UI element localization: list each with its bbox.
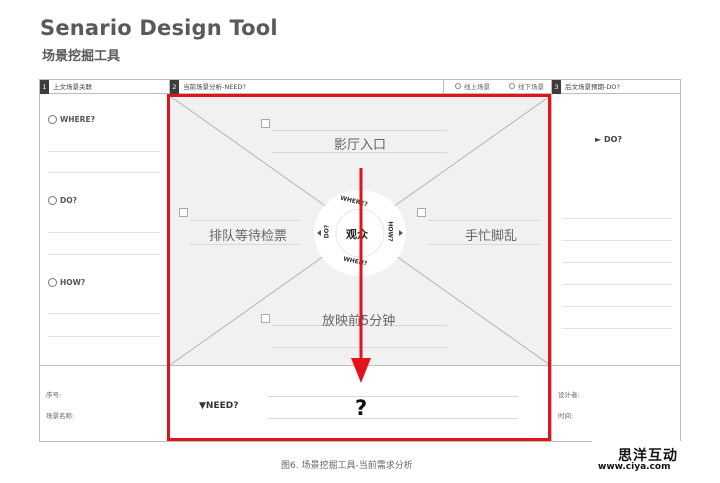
figure-caption: 图6. 场景挖掘工具-当前需求分析 [281, 461, 413, 471]
do-prompt: ► DO? [595, 135, 623, 144]
guide-line [562, 240, 672, 241]
column-number-1: 1 [40, 80, 49, 94]
guide-line [48, 254, 160, 255]
scene-name-label: 场景名称: [46, 412, 75, 420]
circle-icon [48, 277, 57, 287]
guide-line [48, 151, 160, 152]
watermark-url: www.ciya.com [598, 462, 671, 472]
guide-line [562, 262, 672, 263]
do-text: DO? [60, 196, 77, 205]
column-number-3: 3 [552, 80, 561, 94]
option-online-label: 线上场景 [464, 83, 490, 91]
time-label: 时间: [558, 412, 574, 420]
guide-line [48, 313, 160, 314]
where-text: WHERE? [60, 115, 95, 124]
option-offline[interactable]: 线下场景 [509, 80, 544, 94]
radio-circle-icon [509, 83, 515, 89]
where-label: WHERE? [48, 114, 95, 124]
column-number-2: 2 [170, 80, 179, 94]
column-divider-2 [551, 79, 552, 442]
radio-circle-icon [455, 83, 461, 89]
column-header-3: 3 后文场景预期-DO? [552, 80, 620, 94]
down-arrow-icon [351, 168, 371, 383]
option-online[interactable]: 线上场景 [455, 80, 490, 94]
page-subtitle: 场景挖掘工具 [42, 49, 121, 64]
column-header-2: 2 当前场景分析-NEED? [170, 80, 246, 94]
designer-label: 设计者: [558, 391, 580, 399]
option-offline-label: 线下场景 [518, 83, 544, 91]
guide-line [48, 232, 160, 233]
guide-line [48, 172, 160, 173]
guide-line [48, 336, 160, 337]
circle-icon [48, 114, 57, 124]
circle-icon [48, 195, 57, 205]
column-label-3: 后文场景预期-DO? [565, 83, 620, 91]
seq-label: 序号: [46, 391, 62, 399]
how-text: HOW? [60, 278, 86, 287]
column-label-1: 上文场景关联 [53, 83, 92, 91]
guide-line [562, 306, 672, 307]
option-divider [443, 79, 444, 93]
guide-line [562, 218, 672, 219]
how-label: HOW? [48, 277, 86, 287]
guide-line [562, 284, 672, 285]
column-header-1: 1 上文场景关联 [40, 80, 92, 94]
guide-line [562, 328, 672, 329]
do-label: DO? [48, 195, 77, 205]
column-label-2: 当前场景分析-NEED? [183, 83, 246, 91]
page-title: Senario Design Tool [40, 16, 278, 40]
